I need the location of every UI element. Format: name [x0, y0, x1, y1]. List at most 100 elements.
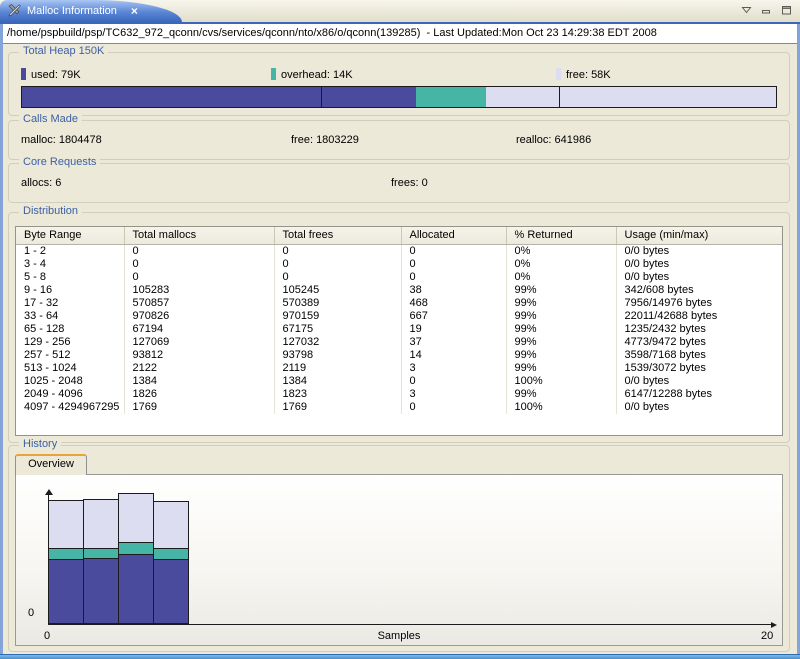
table-cell: 99%	[506, 284, 617, 297]
table-cell: 1235/2432 bytes	[624, 323, 706, 335]
legend-free: free: 58K	[556, 68, 611, 81]
table-row[interactable]: 5 - 8 0 0 0 0% 0/0 bytes	[16, 271, 782, 284]
table-row[interactable]: 3 - 4 0 0 0 0% 0/0 bytes	[16, 258, 782, 271]
distribution-title: Distribution	[19, 205, 83, 217]
table-row[interactable]: 65 - 128 67194 67175 19 99% 1235/2432 bytes	[16, 323, 782, 336]
column-header[interactable]: Total mallocs	[124, 227, 275, 245]
path-bar: /home/pspbuild/psp/TC632_972_qconn/cvs/s…	[3, 24, 797, 44]
y-tick-0: 0	[28, 607, 35, 619]
table-cell: 1769	[274, 401, 402, 414]
table-cell: 2049 - 4096	[16, 388, 125, 401]
y-axis-arrow-icon	[45, 489, 53, 495]
view-menu-icon[interactable]	[741, 6, 752, 14]
malloc-information-view: Malloc Information × /home/pspbuild/psp/…	[0, 0, 800, 659]
table-cell: 342/608 bytes	[624, 284, 694, 296]
realloc-count: realloc: 641986	[516, 134, 592, 146]
heap-usage-bar	[21, 86, 777, 108]
table-cell: 1823	[274, 388, 402, 401]
table-cell: 0%	[506, 258, 617, 271]
table-cell: 0	[124, 244, 275, 258]
history-bar-overhead	[84, 548, 118, 558]
table-row[interactable]: 1025 - 2048 1384 1384 0 100% 0/0 bytes	[16, 375, 782, 388]
tab-malloc-information[interactable]: Malloc Information ×	[0, 0, 182, 22]
table-cell: 0	[401, 258, 507, 271]
table-cell: 5 - 8	[16, 271, 125, 284]
overhead-swatch-icon	[271, 68, 276, 80]
table-cell: 0/0 bytes	[624, 271, 670, 283]
table-cell: 3	[401, 388, 507, 401]
table-cell: 65 - 128	[16, 323, 125, 336]
history-bar-free	[84, 500, 118, 549]
table-cell: 1384	[274, 375, 402, 388]
table-cell: 0	[401, 401, 507, 414]
table-row[interactable]: 17 - 32 570857 570389 468 99% 7956/14976 byte…	[16, 297, 782, 310]
table-row[interactable]: 257 - 512 93812 93798 14 99% 3598/7168 bytes	[16, 349, 782, 362]
table-row[interactable]: 4097 - 4294967295 1769 1769 0 100% 0/0 bytes	[16, 401, 782, 414]
column-header[interactable]: Allocated	[401, 227, 507, 245]
table-cell: 667	[401, 310, 507, 323]
total-heap-title: Total Heap 150K	[19, 45, 109, 57]
column-header[interactable]: Usage (min/max)	[616, 227, 782, 245]
table-cell: 1769	[124, 401, 275, 414]
table-cell: 1 - 2	[16, 244, 125, 258]
malloc-count: malloc: 1804478	[21, 134, 102, 146]
table-cell: 3	[401, 362, 507, 375]
free-count: free: 1803229	[291, 134, 359, 146]
table-row[interactable]: 2049 - 4096 1826 1823 3 99% 6147/12288 bytes	[16, 388, 782, 401]
table-cell: 127069	[124, 336, 275, 349]
table-cell: 513 - 1024	[16, 362, 125, 375]
table-cell: 0/0 bytes	[624, 258, 670, 270]
table-row[interactable]: 513 - 1024 2122 2119 3 99% 1539/3072 bytes	[16, 362, 782, 375]
view-tab-bar: Malloc Information ×	[0, 0, 800, 24]
table-row[interactable]: 33 - 64 970826 970159 667 99% 22011/42688 byt…	[16, 310, 782, 323]
table-cell: 14	[401, 349, 507, 362]
history-bar-free	[119, 494, 153, 542]
tab-overview[interactable]: Overview	[15, 454, 87, 475]
table-cell: 67175	[274, 323, 402, 336]
column-header[interactable]: Total frees	[274, 227, 402, 245]
table-cell: 9 - 16	[16, 284, 125, 297]
total-heap-group: Total Heap 150K used: 79K overhead: 14K …	[8, 45, 790, 116]
close-icon[interactable]: ×	[131, 4, 138, 18]
history-chart-bars	[48, 493, 189, 624]
column-header[interactable]: % Returned	[506, 227, 617, 245]
y-axis	[48, 494, 49, 625]
distribution-table-body: 1 - 2 0 0 0 0% 0/0 bytes 3 - 4 0 0 0 0% 0/0 bytes 5 …	[16, 244, 782, 414]
history-bar-used	[119, 553, 153, 623]
allocs-count: allocs: 6	[21, 177, 62, 189]
table-cell: 0	[401, 375, 507, 388]
table-cell: 127032	[274, 336, 402, 349]
table-cell: 570857	[124, 297, 275, 310]
history-group: History Overview 0 0 Samples 20	[8, 438, 790, 652]
history-bar-used	[84, 557, 118, 623]
table-cell: 4773/9472 bytes	[624, 336, 706, 348]
maximize-icon[interactable]	[781, 5, 792, 15]
history-bar-used	[154, 558, 188, 623]
column-header[interactable]: Byte Range	[16, 227, 125, 245]
table-cell: 99%	[506, 388, 617, 401]
table-cell: 105283	[124, 284, 275, 297]
table-cell: 22011/42688 bytes	[624, 310, 718, 322]
calls-made-title: Calls Made	[19, 113, 83, 125]
history-bar-free	[154, 502, 188, 548]
history-bar-free	[49, 501, 83, 549]
malloc-content: Total Heap 150K used: 79K overhead: 14K …	[3, 44, 797, 654]
table-cell: 0/0 bytes	[624, 375, 670, 387]
table-cell: 129 - 256	[16, 336, 125, 349]
history-bar-used	[49, 559, 83, 623]
table-row[interactable]: 1 - 2 0 0 0 0% 0/0 bytes	[16, 244, 782, 258]
table-cell: 38	[401, 284, 507, 297]
tab-title: Malloc Information	[27, 5, 117, 17]
table-cell: 570389	[274, 297, 402, 310]
table-cell: 0/0 bytes	[624, 245, 670, 257]
table-row[interactable]: 129 - 256 127069 127032 37 99% 4773/9472 byte…	[16, 336, 782, 349]
table-cell: 1826	[124, 388, 275, 401]
minimize-icon[interactable]	[761, 5, 772, 15]
table-cell: 1025 - 2048	[16, 375, 125, 388]
table-cell: 0%	[506, 271, 617, 284]
table-cell: 99%	[506, 336, 617, 349]
history-chart: 0 0 Samples 20	[15, 474, 783, 646]
table-row[interactable]: 9 - 16 105283 105245 38 99% 342/608 bytes	[16, 284, 782, 297]
table-cell: 99%	[506, 297, 617, 310]
history-title: History	[19, 438, 62, 450]
